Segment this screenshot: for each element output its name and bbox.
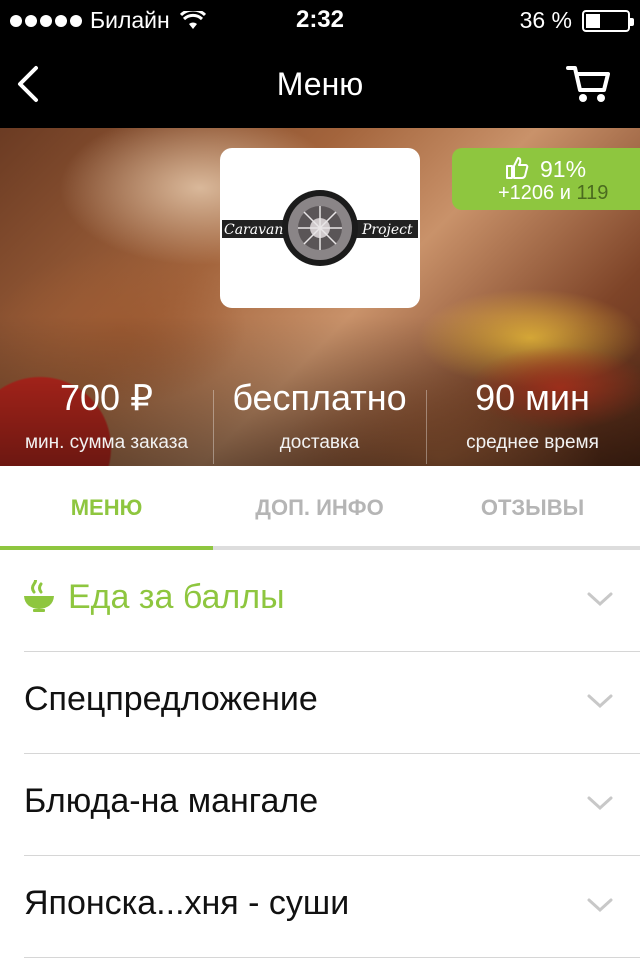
menu-category-label: Блюда-на мангале (24, 782, 319, 820)
chevron-down-icon (587, 694, 613, 709)
bowl-icon (24, 580, 54, 612)
chevron-down-icon (587, 796, 613, 811)
chevron-down-icon (587, 592, 613, 607)
rating-badge[interactable]: 91% +1206 и 119 (452, 148, 640, 210)
tab-more-info[interactable]: ДОП. ИНФО (213, 466, 426, 550)
stat-value: 700 ₽ (60, 377, 153, 418)
cart-icon (566, 66, 610, 102)
tab-reviews[interactable]: ОТЗЫВЫ (426, 466, 639, 550)
status-bar: Билайн 2:32 36 % (0, 0, 640, 40)
chevron-down-icon (587, 898, 613, 913)
stat-label: доставка (279, 432, 360, 453)
restaurant-logo: Caravan Project (220, 148, 420, 308)
tab-menu[interactable]: МЕНЮ (0, 466, 213, 550)
rating-negative: 119 (576, 182, 609, 204)
rating-counts: +1206 и 119 (498, 182, 608, 205)
restaurant-hero: Caravan Project 91% +1206 и 119 700 ₽ ми… (0, 128, 640, 466)
stat-delivery: бесплатно доставка (213, 376, 426, 454)
tab-bar: МЕНЮ ДОП. ИНФО ОТЗЫВЫ (0, 466, 640, 550)
menu-category-points-food[interactable]: Еда за баллы (0, 550, 640, 652)
battery-level (586, 13, 600, 28)
cart-button[interactable] (566, 62, 612, 106)
menu-category-special-offer[interactable]: Спецпредложение (0, 652, 640, 754)
menu-category-label: Еда за баллы (68, 578, 285, 616)
stat-min-order: 700 ₽ мин. сумма заказа (0, 376, 213, 454)
battery-icon (582, 9, 634, 32)
stat-value: бесплатно (232, 377, 407, 418)
logo-text-left: Caravan (224, 222, 283, 238)
menu-category-sushi[interactable]: Японска...хня - суши (0, 856, 640, 958)
menu-category-label: Японска...хня - суши (24, 884, 350, 922)
menu-category-list: Еда за баллы Спецпредложение Блюда-на ма… (0, 550, 640, 958)
status-right: 36 % (519, 7, 634, 34)
thumbs-up-icon (506, 157, 529, 179)
rating-connector: и (559, 182, 571, 204)
stat-label: мин. сумма заказа (24, 432, 189, 453)
rating-positive: +1206 (498, 182, 555, 204)
battery-percent: 36 % (519, 7, 572, 33)
page-title: Меню (276, 66, 364, 102)
logo-text-right: Project (361, 222, 413, 238)
menu-category-grill[interactable]: Блюда-на мангале (0, 754, 640, 856)
nav-bar: Меню (0, 40, 640, 128)
stat-avg-time: 90 мин среднее время (426, 376, 639, 454)
rating-percent: 91% (540, 156, 587, 182)
menu-category-label: Спецпредложение (24, 680, 318, 718)
stat-value: 90 мин (475, 377, 590, 418)
stat-label: среднее время (466, 432, 599, 453)
